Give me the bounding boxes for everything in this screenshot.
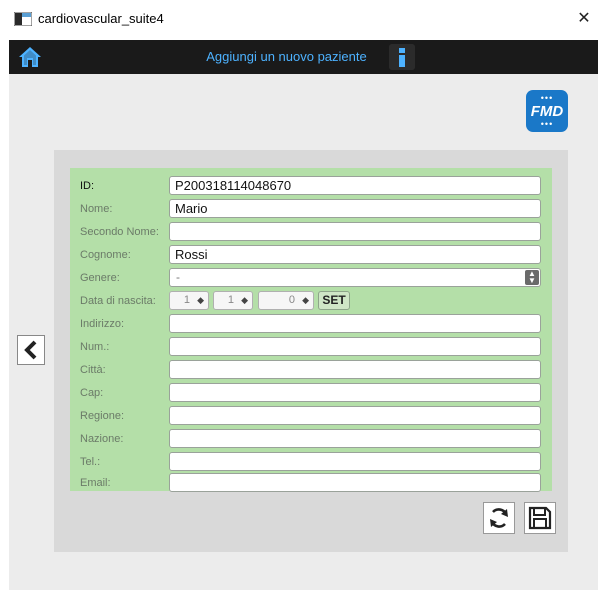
nome-field[interactable]: Mario — [169, 199, 541, 218]
back-button[interactable] — [17, 335, 45, 365]
nome-label: Nome: — [80, 203, 113, 215]
spin-arrows-icon: ◆ — [197, 295, 204, 305]
row-nome: Nome: Mario — [70, 199, 552, 222]
nazione-field[interactable] — [169, 429, 541, 448]
logo-dots-bottom: ••• — [540, 119, 554, 129]
email-label: Email: — [80, 477, 111, 489]
cognome-label: Cognome: — [80, 249, 131, 261]
row-num: Num.: — [70, 337, 552, 360]
year-spinbox[interactable]: 0 ◆ — [258, 291, 314, 310]
row-cap: Cap: — [70, 383, 552, 406]
id-field[interactable]: P200318114048670 — [169, 176, 541, 195]
page-title: Aggiungi un nuovo paziente — [206, 49, 367, 64]
genere-label: Genere: — [80, 272, 120, 284]
row-regione: Regione: — [70, 406, 552, 429]
row-citta: Città: — [70, 360, 552, 383]
save-icon — [528, 506, 552, 530]
row-cognome: Cognome: Rossi — [70, 245, 552, 268]
window-titlebar: cardiovascular_suite4 ✕ — [0, 0, 598, 40]
citta-field[interactable] — [169, 360, 541, 379]
month-value: 1 — [227, 294, 234, 306]
row-data-nascita: Data di nascita: 1 ◆ 1 ◆ 0 ◆ SET — [70, 291, 552, 314]
row-tel: Tel.: — [70, 452, 552, 475]
row-email: Email: — [70, 473, 552, 496]
secondo-nome-label: Secondo Nome: — [80, 226, 159, 238]
app-icon — [14, 12, 32, 26]
cognome-field[interactable]: Rossi — [169, 245, 541, 264]
refresh-icon — [490, 508, 508, 528]
month-spinbox[interactable]: 1 ◆ — [213, 291, 253, 310]
data-nascita-label: Data di nascita: — [80, 295, 156, 307]
regione-field[interactable] — [169, 406, 541, 425]
reset-button[interactable] — [483, 502, 515, 534]
window-title: cardiovascular_suite4 — [38, 11, 164, 26]
nazione-label: Nazione: — [80, 433, 124, 445]
regione-label: Regione: — [80, 410, 125, 422]
row-secondo-nome: Secondo Nome: — [70, 222, 552, 245]
app-window: Aggiungi un nuovo paziente ••• FMD ••• I… — [9, 40, 598, 590]
select-arrows-icon: ▲ ▼ — [525, 270, 539, 285]
row-nazione: Nazione: — [70, 429, 552, 452]
cap-field[interactable] — [169, 383, 541, 402]
logo-dots-top: ••• — [540, 93, 554, 103]
patient-form: ID: P200318114048670 Nome: Mario Secondo… — [70, 168, 552, 492]
genere-select[interactable]: - ▲ ▼ — [169, 268, 541, 287]
indirizzo-field[interactable] — [169, 314, 541, 333]
citta-label: Città: — [80, 364, 106, 376]
patient-panel: ID: P200318114048670 Nome: Mario Secondo… — [54, 150, 568, 552]
day-spinbox[interactable]: 1 ◆ — [169, 291, 209, 310]
spin-arrows-icon: ◆ — [302, 295, 309, 305]
year-value: 0 — [288, 294, 295, 306]
email-field[interactable] — [169, 473, 541, 492]
fmd-logo: ••• FMD ••• — [526, 90, 568, 132]
indirizzo-label: Indirizzo: — [80, 318, 125, 330]
row-genere: Genere: - ▲ ▼ — [70, 268, 552, 291]
chevron-left-icon — [24, 340, 37, 360]
info-icon[interactable] — [389, 44, 415, 70]
cap-label: Cap: — [80, 387, 104, 399]
save-button[interactable] — [524, 502, 556, 534]
row-indirizzo: Indirizzo: — [70, 314, 552, 337]
spin-arrows-icon: ◆ — [241, 295, 248, 305]
top-bar: Aggiungi un nuovo paziente — [9, 40, 598, 74]
id-label: ID: — [80, 180, 95, 192]
set-date-button[interactable]: SET — [318, 291, 350, 310]
genere-value: - — [176, 270, 180, 284]
close-button[interactable]: ✕ — [572, 8, 596, 28]
num-label: Num.: — [80, 341, 110, 353]
logo-text: FMD — [530, 103, 564, 120]
day-value: 1 — [183, 294, 190, 306]
row-id: ID: P200318114048670 — [70, 176, 552, 199]
tel-field[interactable] — [169, 452, 541, 471]
num-field[interactable] — [169, 337, 541, 356]
secondo-nome-field[interactable] — [169, 222, 541, 241]
tel-label: Tel.: — [80, 456, 101, 468]
